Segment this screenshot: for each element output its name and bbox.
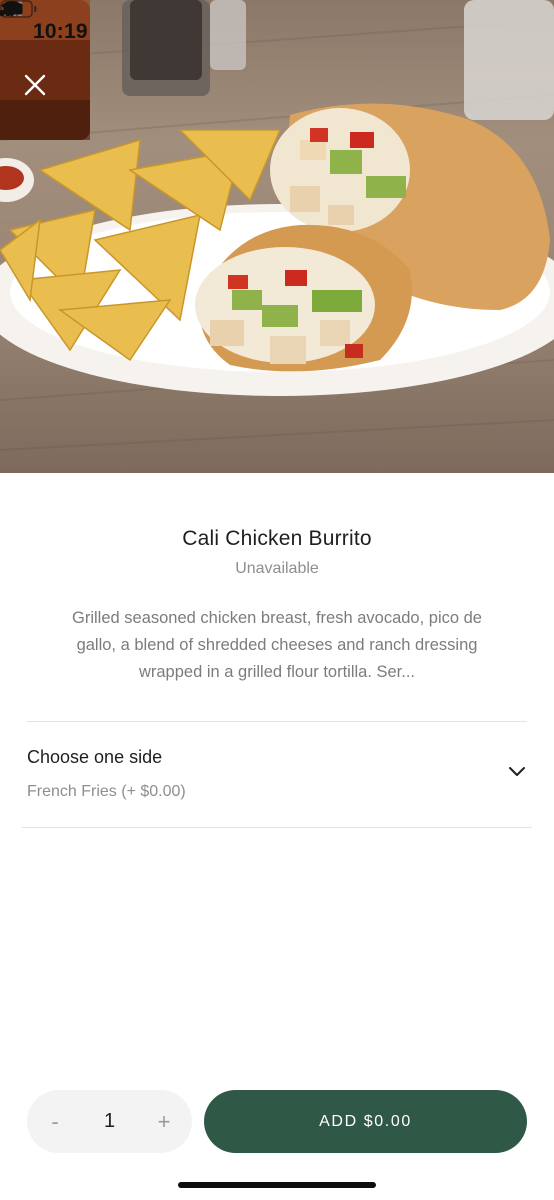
status-bar: 10:19 — [0, 0, 554, 64]
chevron-down-icon — [509, 767, 525, 776]
close-button[interactable] — [24, 74, 62, 112]
option-selected-value: French Fries (+ $0.00) — [27, 783, 186, 800]
option-title: Choose one side — [27, 747, 163, 767]
close-icon — [24, 74, 46, 96]
side-option-selector[interactable]: Choose one side French Fries (+ $0.00) — [22, 722, 532, 828]
item-availability-status: Unavailable — [235, 560, 319, 577]
quantity-stepper: - 1 + — [27, 1090, 192, 1153]
quantity-value: 1 — [103, 1110, 116, 1132]
item-description: Grilled seasoned chicken breast, fresh a… — [72, 609, 482, 681]
quantity-increase-button[interactable]: + — [138, 1090, 190, 1153]
quantity-decrease-button[interactable]: - — [29, 1090, 81, 1153]
item-detail-screen: 10:19 Cali Chicken Burrito Unavailable G… — [0, 0, 554, 1200]
status-time: 10:19 — [33, 20, 88, 43]
hero-image: 10:19 — [0, 0, 554, 473]
home-indicator — [178, 1182, 376, 1188]
item-title: Cali Chicken Burrito — [182, 527, 372, 550]
battery-icon — [0, 0, 37, 18]
divider — [22, 827, 532, 828]
add-to-cart-button[interactable]: ADD $0.00 — [204, 1090, 527, 1153]
burrito-plate-photo — [0, 0, 554, 451]
